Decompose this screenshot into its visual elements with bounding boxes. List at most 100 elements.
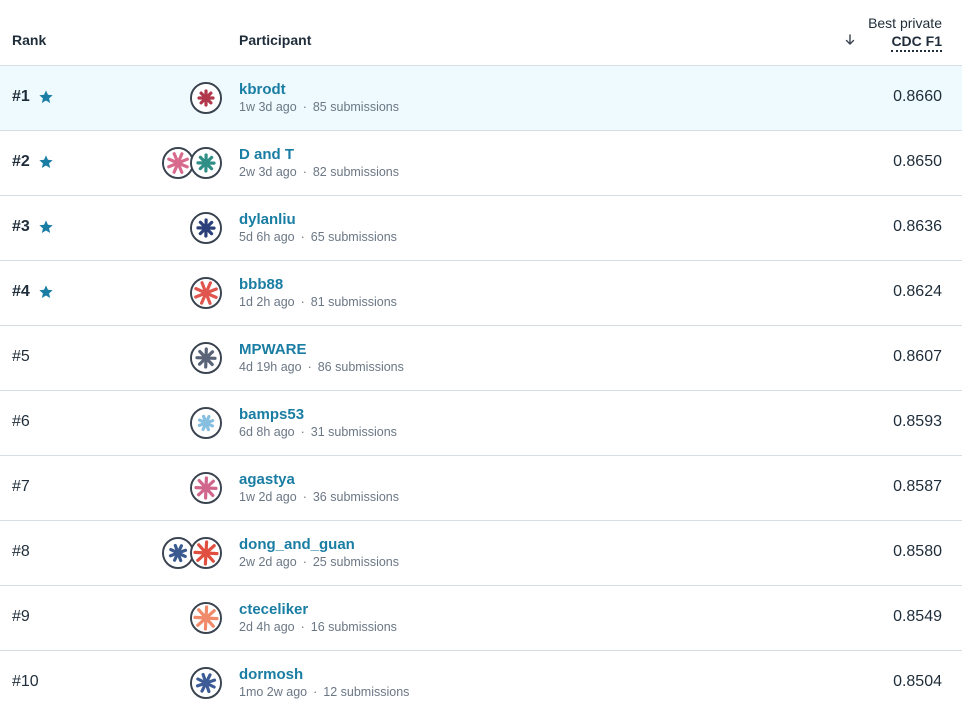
separator-dot: · <box>300 425 305 439</box>
separator-dot: · <box>302 490 307 504</box>
submission-count: 82 submissions <box>312 165 400 179</box>
rank: #10 <box>12 673 39 691</box>
score-value: 0.8607 <box>893 348 942 365</box>
separator-dot: · <box>302 100 307 114</box>
participant-name-link[interactable]: dylanliu <box>239 211 296 228</box>
submission-count: 25 submissions <box>312 555 400 569</box>
sort-arrow-down-icon[interactable] <box>843 33 857 47</box>
participant-name-link[interactable]: dong_and_guan <box>239 536 355 553</box>
rank: #5 <box>12 348 30 366</box>
team-avatars <box>190 342 222 374</box>
last-submission-time: 1w 2d ago <box>239 490 297 504</box>
participant-meta: 2w 2d ago · 25 submissions <box>239 555 399 569</box>
submission-count: 85 submissions <box>312 100 400 114</box>
last-submission-time: 4d 19h ago <box>239 360 302 374</box>
team-avatars <box>162 537 222 569</box>
avatar[interactable] <box>190 667 222 699</box>
separator-dot: · <box>302 165 307 179</box>
participant-meta: 5d 6h ago · 65 submissions <box>239 230 397 244</box>
participant-meta: 2d 4h ago · 16 submissions <box>239 620 397 634</box>
leaderboard-row[interactable]: #3 dylanliu 5d 6h ago · 65 submissions 0.8636 <box>0 196 962 261</box>
submission-count: 16 submissions <box>310 620 397 634</box>
avatar[interactable] <box>190 82 222 114</box>
avatar-pattern-icon <box>164 149 192 177</box>
participant-name-link[interactable]: D and T <box>239 146 294 163</box>
team-avatars <box>190 277 222 309</box>
team-avatars <box>190 602 222 634</box>
participant-name-link[interactable]: agastya <box>239 471 295 488</box>
leaderboard-row[interactable]: #10 dormosh 1mo 2w ago · 12 submissions 0.850… <box>0 651 962 709</box>
participant-meta: 2w 3d ago · 82 submissions <box>239 165 399 179</box>
score-value: 0.8580 <box>893 543 942 560</box>
leaderboard-row[interactable]: #9 cteceliker 2d 4h ago · 16 submissions 0.85… <box>0 586 962 651</box>
avatar[interactable] <box>190 602 222 634</box>
participant-name-link[interactable]: bamps53 <box>239 406 304 423</box>
score-value: 0.8593 <box>893 413 942 430</box>
avatar[interactable] <box>190 212 222 244</box>
avatar-pattern-icon <box>192 214 220 242</box>
medal-star-icon <box>38 154 54 170</box>
avatar-pattern-icon <box>192 539 220 567</box>
rank: #3 <box>12 218 54 236</box>
leaderboard-row[interactable]: #4 bbb88 1d 2h ago · 81 submissions 0.8624 <box>0 261 962 326</box>
leaderboard: Rank Participant Best private CDC F1 #1 k… <box>0 0 962 709</box>
avatar-pattern-icon <box>192 84 220 112</box>
score-value: 0.8636 <box>893 218 942 235</box>
avatar-pattern-icon <box>192 409 220 437</box>
score-metric-label[interactable]: CDC F1 <box>891 32 942 52</box>
rank-label: #7 <box>12 478 30 495</box>
rank-label: #5 <box>12 348 30 365</box>
leaderboard-row[interactable]: #8 dong_and_guan 2w 2d ago · 25 submissions 0… <box>0 521 962 586</box>
score-column-header[interactable]: Best private CDC F1 <box>868 14 942 52</box>
participant-name-link[interactable]: kbrodt <box>239 81 286 98</box>
separator-dot: · <box>307 360 312 374</box>
leaderboard-rows: #1 kbrodt 1w 3d ago · 85 submissions 0.8660 #2… <box>0 66 962 709</box>
submission-count: 31 submissions <box>310 425 397 439</box>
separator-dot: · <box>302 555 307 569</box>
rank-label: #10 <box>12 673 39 690</box>
participant-meta: 1d 2h ago · 81 submissions <box>239 295 397 309</box>
participant-column-header: Participant <box>239 32 312 48</box>
leaderboard-row[interactable]: #2 D and T 2w 3d ago · 82 submissions 0.8650 <box>0 131 962 196</box>
rank-label: #6 <box>12 413 30 430</box>
separator-dot: · <box>300 230 305 244</box>
participant-meta: 6d 8h ago · 31 submissions <box>239 425 397 439</box>
last-submission-time: 1d 2h ago <box>239 295 295 309</box>
leaderboard-row[interactable]: #5 MPWARE 4d 19h ago · 86 submissions 0.8607 <box>0 326 962 391</box>
leaderboard-header: Rank Participant Best private CDC F1 <box>0 0 962 66</box>
participant-name-link[interactable]: dormosh <box>239 666 303 683</box>
participant-name-link[interactable]: cteceliker <box>239 601 308 618</box>
last-submission-time: 5d 6h ago <box>239 230 295 244</box>
medal-star-icon <box>38 219 54 235</box>
medal-star-icon <box>38 89 54 105</box>
avatar[interactable] <box>190 472 222 504</box>
leaderboard-row[interactable]: #6 bamps53 6d 8h ago · 31 submissions 0.8593 <box>0 391 962 456</box>
rank-label: #4 <box>12 283 30 300</box>
last-submission-time: 2d 4h ago <box>239 620 295 634</box>
last-submission-time: 2w 3d ago <box>239 165 297 179</box>
participant-name-link[interactable]: bbb88 <box>239 276 283 293</box>
avatar[interactable] <box>190 407 222 439</box>
rank: #4 <box>12 283 54 301</box>
rank-label: #3 <box>12 218 30 235</box>
avatar[interactable] <box>190 277 222 309</box>
avatar[interactable] <box>190 537 222 569</box>
rank: #6 <box>12 413 30 431</box>
rank: #9 <box>12 608 30 626</box>
score-value: 0.8650 <box>893 153 942 170</box>
separator-dot: · <box>300 620 305 634</box>
participant-name-link[interactable]: MPWARE <box>239 341 307 358</box>
avatar-pattern-icon <box>192 604 220 632</box>
avatar-pattern-icon <box>192 474 220 502</box>
score-header-label: Best private <box>868 15 942 31</box>
score-value: 0.8504 <box>893 673 942 690</box>
avatar[interactable] <box>190 342 222 374</box>
score-value: 0.8624 <box>893 283 942 300</box>
participant-meta: 1w 2d ago · 36 submissions <box>239 490 399 504</box>
leaderboard-row[interactable]: #1 kbrodt 1w 3d ago · 85 submissions 0.8660 <box>0 66 962 131</box>
avatar-pattern-icon <box>164 539 192 567</box>
leaderboard-row[interactable]: #7 agastya 1w 2d ago · 36 submissions 0.8587 <box>0 456 962 521</box>
rank: #8 <box>12 543 30 561</box>
avatar[interactable] <box>190 147 222 179</box>
avatar-pattern-icon <box>192 149 220 177</box>
